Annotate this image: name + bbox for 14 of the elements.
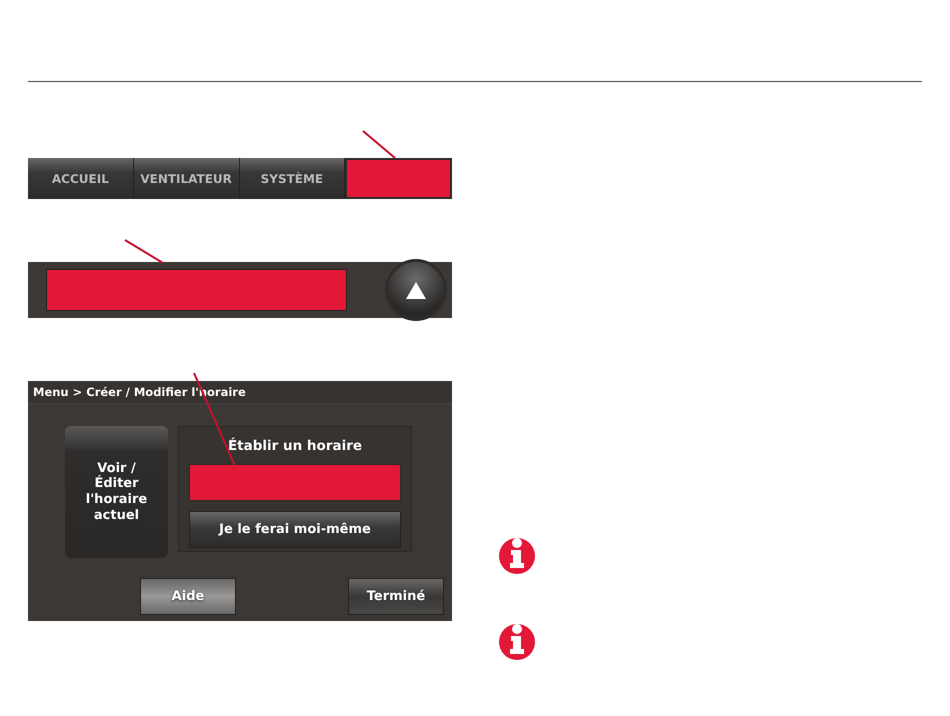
leader-line bbox=[362, 130, 396, 159]
up-arrow-icon bbox=[406, 282, 426, 298]
up-button[interactable] bbox=[388, 262, 444, 318]
group-title: Établir un horaire bbox=[228, 438, 362, 454]
done-button[interactable]: Terminé bbox=[348, 578, 444, 615]
tab[interactable]: ACCUEIL bbox=[28, 158, 134, 199]
manual-button[interactable]: Je le ferai moi-même bbox=[189, 511, 401, 548]
help-button[interactable]: Aide bbox=[140, 578, 236, 615]
tab[interactable]: SYSTÈME bbox=[240, 158, 346, 199]
leader-line bbox=[124, 239, 164, 263]
info-icon bbox=[498, 623, 536, 661]
tab[interactable]: VENTILATEUR bbox=[134, 158, 240, 199]
view-schedule-button[interactable]: Voir / Éditer l'horaire actuel bbox=[65, 426, 168, 558]
info-icon bbox=[498, 537, 536, 575]
